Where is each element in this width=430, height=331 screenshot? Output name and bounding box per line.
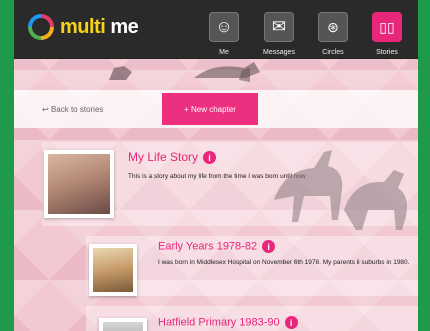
nav-stories-label: Stories: [376, 49, 398, 56]
new-chapter-button[interactable]: + New chapter: [162, 93, 258, 125]
chapter-description: I was born in Middlesex Hospital on Nove…: [158, 259, 410, 266]
horse-silhouette-graphic: [274, 150, 407, 230]
top-navigation-bar: multi me ☺ Me ✉ Messages ⊛ Circles ▯▯ St…: [14, 0, 418, 59]
horse-silhouettes: [109, 62, 260, 82]
decorative-strip: [14, 58, 418, 86]
chapter-photo[interactable]: [99, 318, 147, 331]
nav-messages-button[interactable]: ✉: [264, 12, 294, 42]
info-icon[interactable]: i: [262, 240, 276, 253]
story-title[interactable]: My Life Story i: [128, 150, 217, 165]
back-label: Back to stories: [50, 105, 104, 114]
nav-messages-label: Messages: [263, 49, 295, 56]
chapter-photo[interactable]: [89, 244, 137, 296]
book-icon: ▯▯: [379, 18, 395, 35]
app-frame: multi me ☺ Me ✉ Messages ⊛ Circles ▯▯ St…: [14, 0, 418, 331]
info-icon[interactable]: i: [284, 316, 298, 329]
envelope-icon: ✉: [271, 17, 287, 36]
app-logo[interactable]: multi me: [28, 14, 139, 40]
logo-text: multi me: [60, 15, 139, 38]
logo-ring-icon: [28, 14, 54, 40]
back-arrow-icon: ↩: [42, 105, 51, 114]
chapter-image: [93, 248, 133, 292]
nav-stories-button[interactable]: ▯▯: [372, 12, 402, 42]
chapter-title[interactable]: Hatfield Primary 1983-90 i: [158, 316, 298, 329]
back-to-stories-link[interactable]: ↩ Back to stories: [42, 105, 103, 114]
chapter-title[interactable]: Early Years 1978-82 i: [158, 240, 276, 253]
info-icon[interactable]: i: [203, 151, 217, 165]
story-cover-photo[interactable]: [44, 150, 114, 218]
circles-icon: ⊛: [327, 18, 339, 35]
chapter-image: [103, 322, 143, 331]
smiley-icon: ☺: [215, 17, 233, 36]
nav-circles-button[interactable]: ⊛: [318, 12, 348, 42]
nav-circles-label: Circles: [322, 49, 344, 56]
nav-me-label: Me: [219, 49, 229, 56]
portrait-image: [48, 154, 110, 214]
nav-me-button[interactable]: ☺: [209, 12, 239, 42]
